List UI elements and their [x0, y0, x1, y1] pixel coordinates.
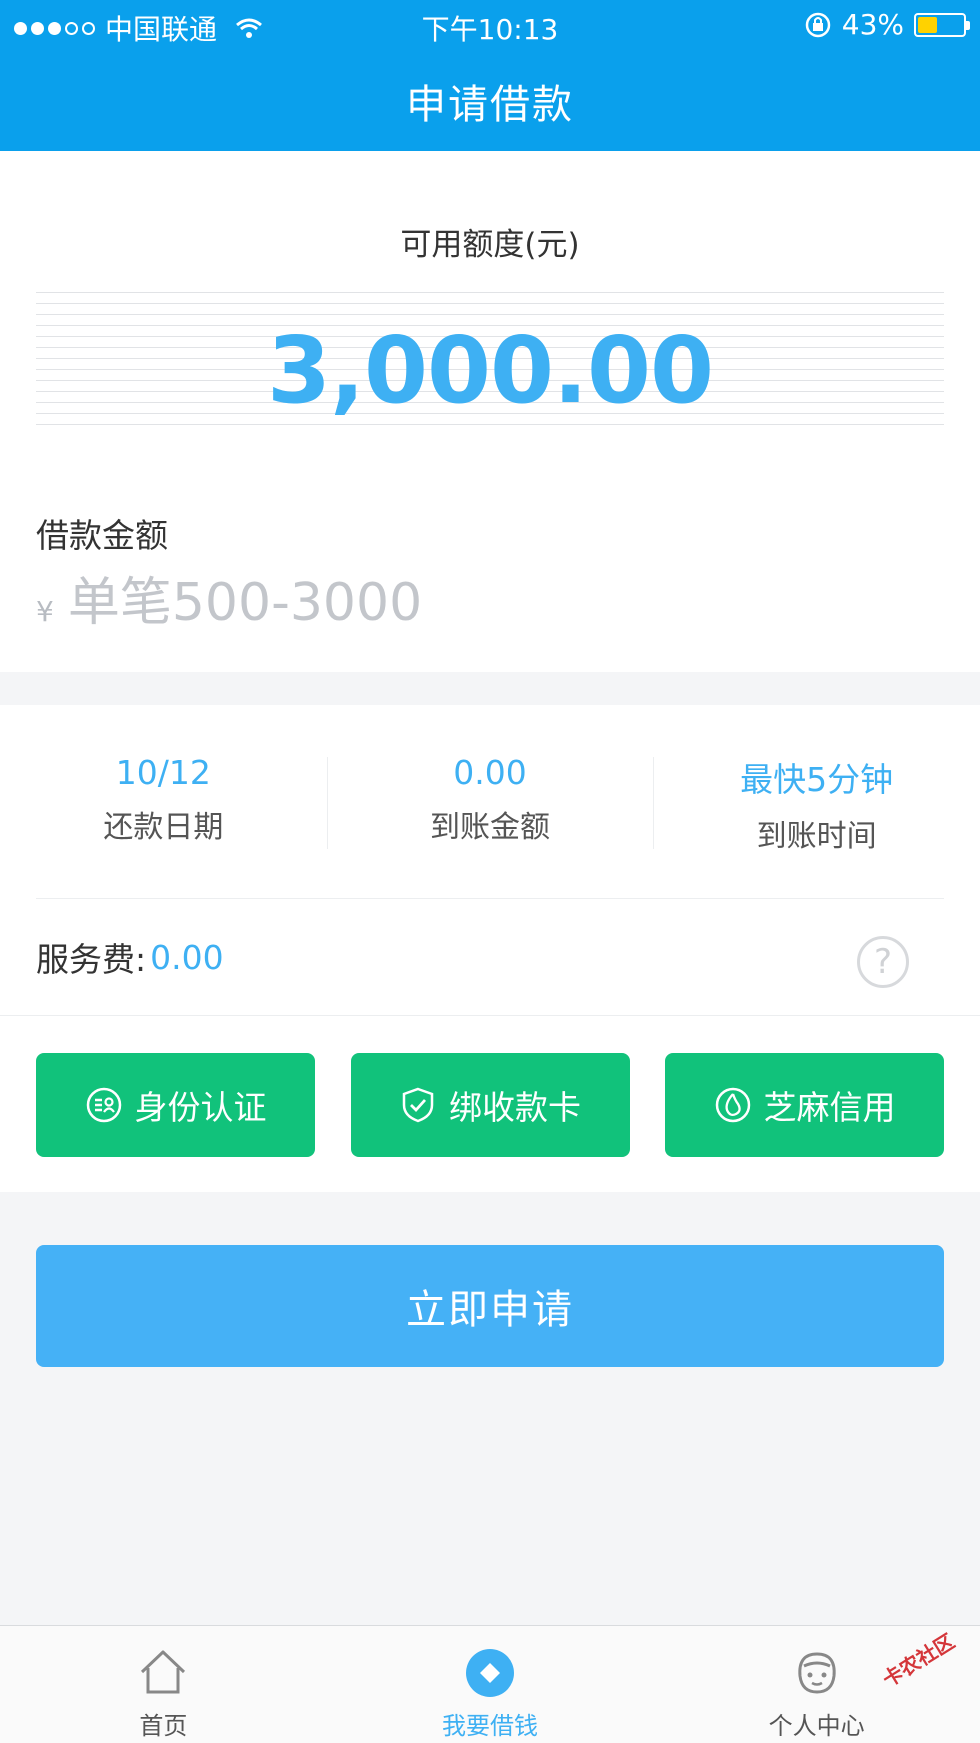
button-label: 身份认证 — [134, 1088, 267, 1127]
quota-label: 可用额度(元) — [400, 227, 580, 263]
tab-label: 首页 — [139, 1712, 188, 1740]
verify-buttons-row: 身份认证 绑收款卡 芝麻信用 — [36, 1053, 944, 1157]
divider — [36, 898, 944, 899]
loan-amount-input[interactable] — [67, 573, 768, 633]
apply-now-button[interactable]: 立即申请 — [36, 1245, 944, 1367]
quota-value: 3,000.00 — [267, 317, 714, 424]
status-right: 43% — [804, 8, 970, 41]
currency-symbol: ¥ — [36, 594, 54, 628]
button-label: 芝麻信用 — [763, 1088, 896, 1127]
service-fee-label: 服务费: — [36, 940, 147, 979]
loan-amount-label: 借款金额 — [36, 516, 168, 555]
tab-home[interactable]: 首页 — [0, 1626, 327, 1743]
sesame-credit-icon — [715, 1087, 750, 1123]
stats-row: 10/12 还款日期 0.00 到账金额 最快5分钟 到账时间 — [0, 753, 980, 854]
service-fee-value: 0.00 — [150, 937, 224, 977]
profile-face-icon — [798, 1652, 836, 1694]
id-card-icon — [86, 1087, 121, 1123]
stat-received-amount: 0.00 到账金额 — [326, 753, 654, 849]
stat-label: 到账金额 — [430, 810, 550, 845]
stat-value: 最快5分钟 — [740, 760, 894, 799]
button-label: 绑收款卡 — [449, 1088, 581, 1127]
stat-repay-date: 10/12 还款日期 — [0, 753, 327, 849]
identity-verify-button[interactable]: 身份认证 — [36, 1053, 315, 1157]
battery-icon — [914, 12, 970, 37]
battery-fill — [918, 16, 937, 33]
bind-card-button[interactable]: 绑收款卡 — [350, 1053, 630, 1157]
stat-value: 10/12 — [115, 753, 211, 792]
divider — [0, 1015, 980, 1016]
header: 中国联通 下午10:13 43% 申请借款 — [0, 0, 980, 151]
stat-value: 0.00 — [453, 753, 527, 792]
sesame-credit-button[interactable]: 芝麻信用 — [665, 1053, 944, 1157]
loan-info-card: 10/12 还款日期 0.00 到账金额 最快5分钟 到账时间 服务费: 0.0… — [0, 705, 980, 1192]
tab-bar: 首页 我要借钱 个人中心 — [0, 1625, 980, 1743]
service-fee-row: 服务费: 0.00 — [36, 933, 224, 981]
battery-percent: 43% — [841, 8, 904, 41]
question-circle-icon[interactable]: ? — [857, 936, 909, 988]
status-bar: 中国联通 下午10:13 43% — [0, 0, 980, 50]
stat-label: 到账时间 — [756, 819, 877, 854]
rotation-lock-icon — [805, 12, 831, 37]
shield-check-icon — [402, 1087, 434, 1123]
page-title: 申请借款 — [406, 82, 574, 128]
diamond-icon — [466, 1649, 514, 1697]
home-icon — [141, 1650, 186, 1694]
tab-borrow[interactable]: 我要借钱 — [327, 1626, 654, 1743]
tab-label: 我要借钱 — [442, 1712, 538, 1740]
stat-label: 还款日期 — [103, 810, 224, 845]
loan-amount-row: ¥ — [36, 573, 768, 633]
stat-arrival-time: 最快5分钟 到账时间 — [653, 753, 980, 854]
tab-label: 个人中心 — [768, 1712, 865, 1740]
quota-card: 可用额度(元) 3,000.00 借款金额 ¥ — [0, 151, 980, 672]
